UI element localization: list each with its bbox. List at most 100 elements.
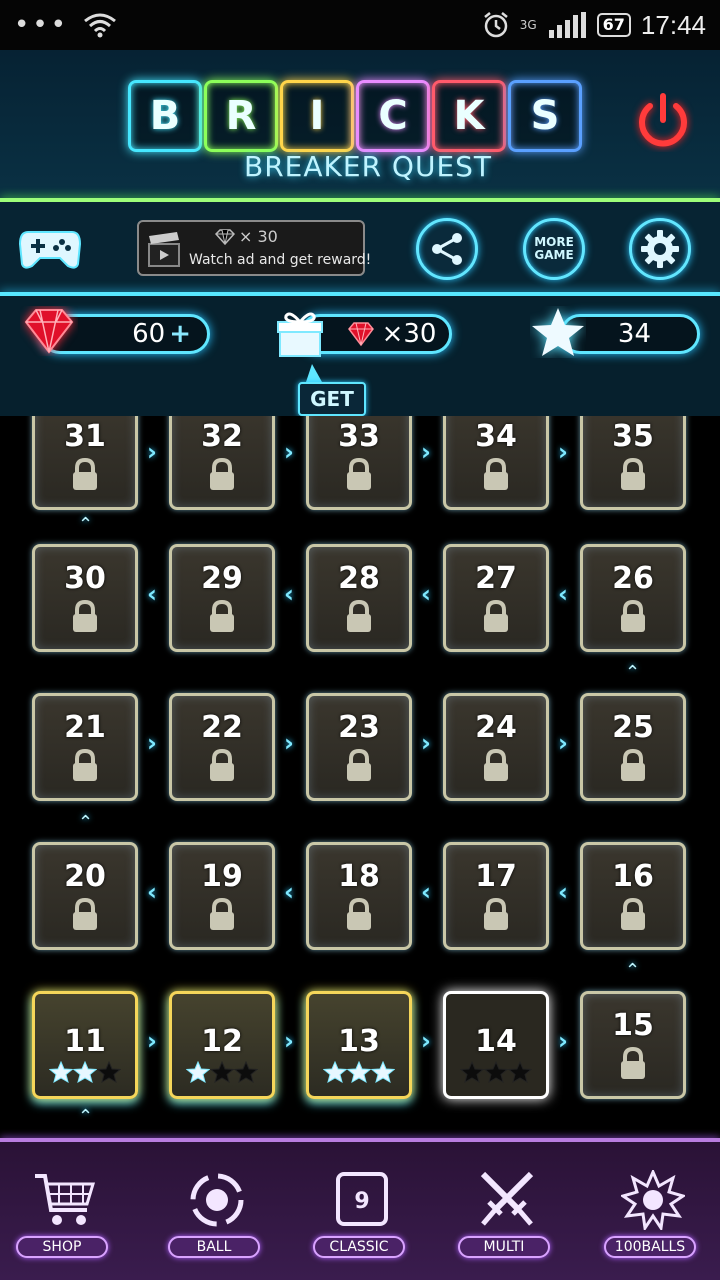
star-filled-icon xyxy=(370,1060,396,1087)
level-grid: 31 › 32 › 33 › 34 › 35 30 ‹ 29 ‹ 28 ‹ 27 ‹ 26 21 › 22 › 23 › 24 ›… xyxy=(0,416,720,1138)
level-button-16[interactable]: 16 xyxy=(580,842,686,950)
level-button-32[interactable]: 32 xyxy=(169,416,275,510)
level-number: 25 xyxy=(612,710,654,745)
lock-icon xyxy=(345,897,373,936)
lock-icon xyxy=(208,748,236,787)
nav-ball-label: BALL xyxy=(168,1236,260,1258)
star-filled-icon xyxy=(322,1060,348,1087)
star-filled-icon xyxy=(346,1060,372,1087)
level-button-23[interactable]: 23 xyxy=(306,693,412,801)
title-letter-tile: K xyxy=(432,80,506,152)
level-button-30[interactable]: 30 xyxy=(32,544,138,652)
signal-icon xyxy=(548,12,586,38)
level-button-26[interactable]: 26 xyxy=(580,544,686,652)
title-letter-tile: R xyxy=(204,80,278,152)
level-stars xyxy=(459,1060,533,1087)
level-button-15[interactable]: 15 xyxy=(580,991,686,1099)
title-letter-tile: S xyxy=(508,80,582,152)
nav-classic[interactable]: 9 CLASSIC xyxy=(307,1142,417,1280)
lock-icon xyxy=(482,599,510,638)
status-bar: ••• 3G 67 17:44 xyxy=(0,0,720,50)
arrow-right-icon: › xyxy=(558,729,568,757)
get-button[interactable]: GET xyxy=(298,382,366,416)
level-stars xyxy=(185,1060,259,1087)
arrow-up-icon: ⌃ xyxy=(78,514,94,535)
star-empty-icon xyxy=(483,1060,509,1087)
settings-button[interactable] xyxy=(629,218,691,280)
clapperboard-icon xyxy=(148,232,180,267)
level-button-11[interactable]: 11 xyxy=(32,991,138,1099)
power-icon[interactable] xyxy=(632,90,694,152)
level-button-35[interactable]: 35 xyxy=(580,416,686,510)
level-button-17[interactable]: 17 xyxy=(443,842,549,950)
level-number: 31 xyxy=(64,419,106,454)
lock-icon xyxy=(71,897,99,936)
gift-icon[interactable] xyxy=(276,310,324,358)
arrow-left-icon: ‹ xyxy=(147,878,157,906)
game-header: BRICKS BREAKER QUEST xyxy=(0,50,720,200)
level-number: 30 xyxy=(64,561,106,596)
level-button-28[interactable]: 28 xyxy=(306,544,412,652)
star-filled-icon xyxy=(185,1060,211,1087)
nav-classic-label: CLASSIC xyxy=(313,1236,405,1258)
level-button-19[interactable]: 19 xyxy=(169,842,275,950)
lock-icon xyxy=(71,748,99,787)
level-button-13[interactable]: 13 xyxy=(306,991,412,1099)
more-game-button[interactable]: MORE GAME xyxy=(523,218,585,280)
share-icon xyxy=(432,233,462,265)
title-letter-tile: I xyxy=(280,80,354,152)
level-button-24[interactable]: 24 xyxy=(443,693,549,801)
level-number: 14 xyxy=(475,1024,517,1059)
wifi-icon xyxy=(84,13,116,38)
lock-icon xyxy=(619,599,647,638)
arrow-right-icon: › xyxy=(421,438,431,466)
level-button-29[interactable]: 29 xyxy=(169,544,275,652)
nav-multi[interactable]: MULTI xyxy=(452,1142,562,1280)
level-number: 27 xyxy=(475,561,517,596)
level-button-31[interactable]: 31 xyxy=(32,416,138,510)
ad-reward: × 30 xyxy=(215,227,278,246)
star-filled-icon xyxy=(72,1060,98,1087)
level-number: 26 xyxy=(612,561,654,596)
watch-ad-button[interactable]: × 30 Watch ad and get reward! xyxy=(137,220,371,276)
level-button-18[interactable]: 18 xyxy=(306,842,412,950)
level-number: 15 xyxy=(612,1008,654,1043)
gamepad-icon[interactable] xyxy=(18,224,82,272)
nav-ball[interactable]: BALL xyxy=(162,1142,272,1280)
ad-message: Watch ad and get reward! xyxy=(189,252,372,268)
lock-icon xyxy=(345,457,373,496)
gift-reward-amount: ×30 xyxy=(381,319,437,349)
level-button-12[interactable]: 12 xyxy=(169,991,275,1099)
level-number: 17 xyxy=(475,859,517,894)
lock-icon xyxy=(619,748,647,787)
arrow-left-icon: ‹ xyxy=(421,580,431,608)
level-button-33[interactable]: 33 xyxy=(306,416,412,510)
star-count: 34 xyxy=(617,319,651,349)
level-button-22[interactable]: 22 xyxy=(169,693,275,801)
level-button-14[interactable]: 14 xyxy=(443,991,549,1099)
level-number: 33 xyxy=(338,419,380,454)
level-button-25[interactable]: 25 xyxy=(580,693,686,801)
share-button[interactable] xyxy=(416,218,478,280)
title-logo: BRICKS xyxy=(128,80,582,152)
level-button-34[interactable]: 34 xyxy=(443,416,549,510)
level-number: 21 xyxy=(64,710,106,745)
level-number: 24 xyxy=(475,710,517,745)
lock-icon xyxy=(208,457,236,496)
level-number: 34 xyxy=(475,419,517,454)
nav-shop[interactable]: SHOP xyxy=(10,1142,120,1280)
level-button-21[interactable]: 21 xyxy=(32,693,138,801)
level-number: 20 xyxy=(64,859,106,894)
nav-100balls[interactable]: 100BALLS xyxy=(598,1142,708,1280)
arrow-right-icon: › xyxy=(558,1027,568,1055)
level-button-20[interactable]: 20 xyxy=(32,842,138,950)
level-number: 22 xyxy=(201,710,243,745)
star-empty-icon xyxy=(459,1060,485,1087)
currency-bar: 60 + ×30 GET 34 xyxy=(0,296,720,416)
add-gems-icon[interactable]: + xyxy=(169,319,191,349)
arrow-left-icon: ‹ xyxy=(421,878,431,906)
bottom-nav: SHOP BALL 9 CLASSIC MULTI 100BALLS xyxy=(0,1142,720,1280)
level-button-27[interactable]: 27 xyxy=(443,544,549,652)
arrow-up-icon: ⌃ xyxy=(625,662,641,683)
ball-target-icon xyxy=(190,1173,244,1227)
